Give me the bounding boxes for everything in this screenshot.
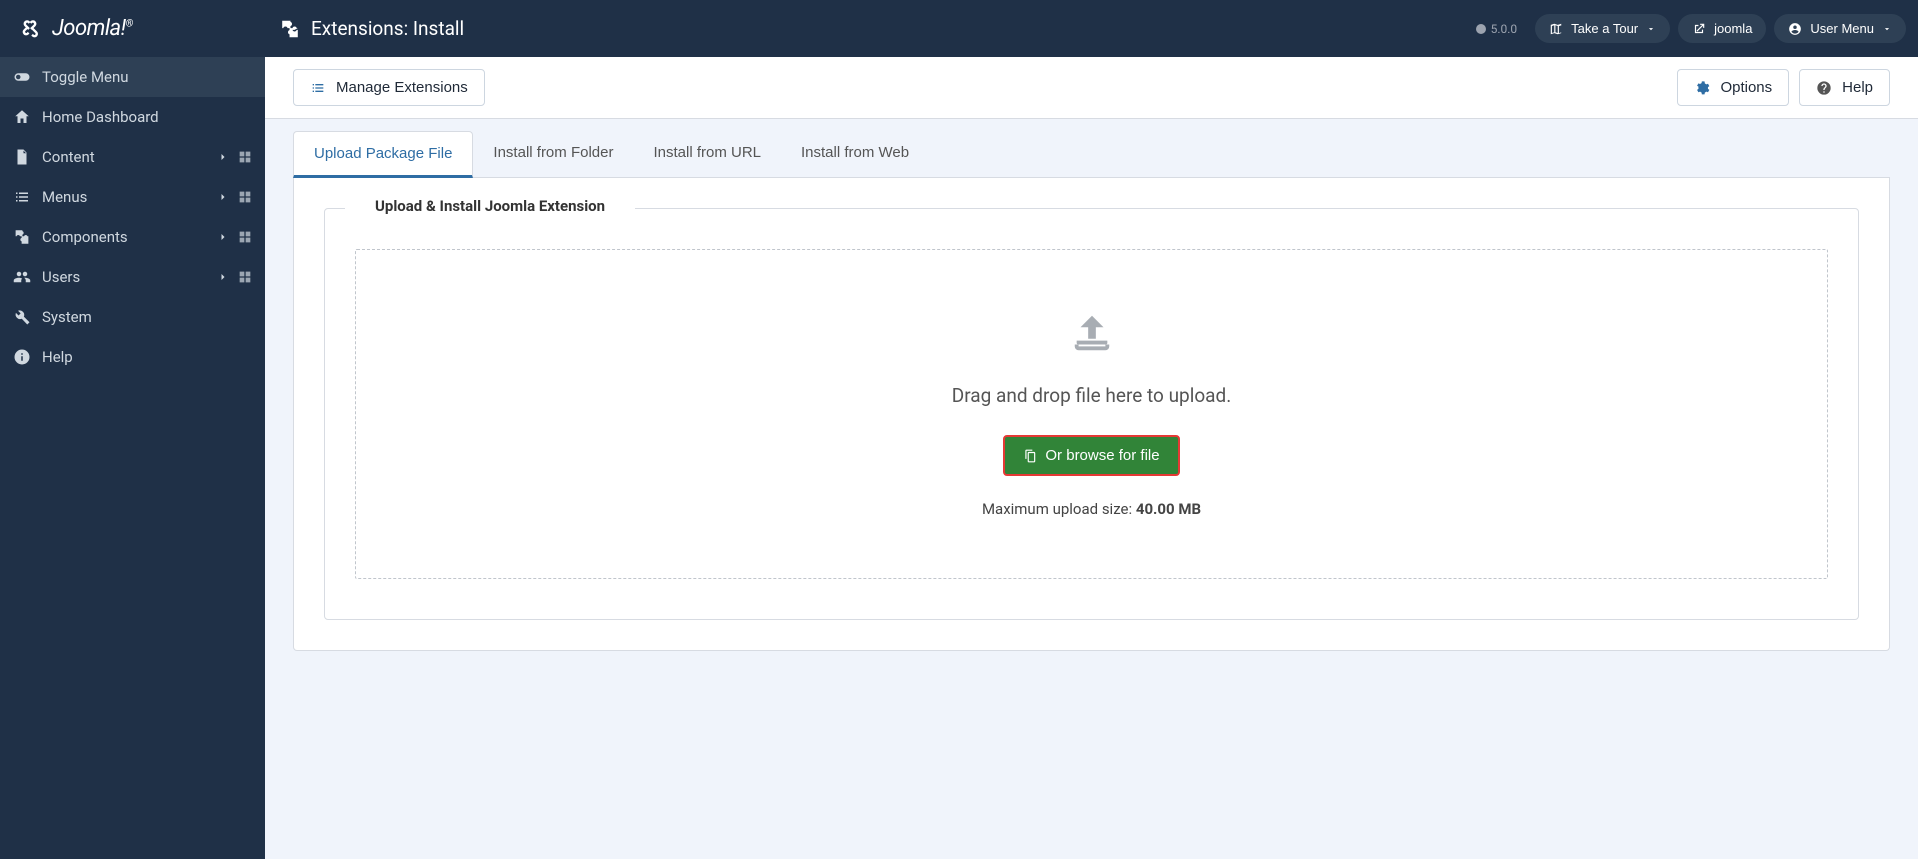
page-title-area: Extensions: Install	[265, 17, 1475, 40]
grid-icon[interactable]	[237, 269, 253, 285]
drop-text: Drag and drop file here to upload.	[376, 384, 1807, 407]
grid-icon[interactable]	[237, 229, 253, 245]
fieldset-legend: Upload & Install Joomla Extension	[345, 197, 635, 215]
sidebar-item-label: Toggle Menu	[42, 68, 253, 86]
puzzle-icon	[279, 18, 301, 40]
sidebar-item-label: Help	[42, 348, 253, 366]
chevron-right-icon	[217, 231, 229, 243]
user-menu-button[interactable]: User Menu	[1774, 14, 1906, 43]
app-header: Joomla!® Extensions: Install 5.0.0 Take …	[0, 0, 1918, 57]
users-icon	[12, 267, 32, 287]
upload-icon	[1069, 310, 1115, 356]
site-link-button[interactable]: joomla	[1678, 14, 1766, 43]
map-icon	[1549, 22, 1563, 36]
info-icon	[12, 347, 32, 367]
sidebar-item-label: Components	[42, 228, 217, 246]
wrench-icon	[12, 307, 32, 327]
upload-fieldset: Upload & Install Joomla Extension Drag a…	[324, 208, 1859, 620]
header-actions: 5.0.0 Take a Tour joomla User Menu	[1475, 14, 1918, 43]
main-content: Manage Extensions Options Help Upload Pa…	[265, 57, 1918, 859]
list-icon	[12, 187, 32, 207]
sidebar-item-label: Content	[42, 148, 217, 166]
sidebar-item-system[interactable]: System	[0, 297, 265, 337]
joomla-logo-icon	[16, 15, 44, 43]
file-icon	[12, 147, 32, 167]
logo-text: Joomla!®	[52, 16, 133, 41]
sidebar-item-label: Users	[42, 268, 217, 286]
puzzle-icon	[12, 227, 32, 247]
list-icon	[310, 80, 326, 96]
max-upload-size: Maximum upload size: 40.00 MB	[376, 500, 1807, 518]
tab-upload-package-file[interactable]: Upload Package File	[293, 131, 473, 178]
tab-install-from-web[interactable]: Install from Web	[781, 131, 929, 177]
sidebar-item-home-dashboard[interactable]: Home Dashboard	[0, 97, 265, 137]
manage-extensions-button[interactable]: Manage Extensions	[293, 69, 485, 106]
question-icon	[1816, 80, 1832, 96]
page-title: Extensions: Install	[311, 17, 464, 40]
file-dropzone[interactable]: Drag and drop file here to upload. Or br…	[355, 249, 1828, 579]
logo-area[interactable]: Joomla!®	[0, 0, 265, 57]
tab-install-from-folder[interactable]: Install from Folder	[473, 131, 633, 177]
chevron-right-icon	[217, 271, 229, 283]
sidebar-item-help[interactable]: Help	[0, 337, 265, 377]
version-badge: 5.0.0	[1475, 22, 1518, 36]
toggle-menu[interactable]: Toggle Menu	[0, 57, 265, 97]
options-button[interactable]: Options	[1677, 69, 1789, 106]
tab-install-from-url[interactable]: Install from URL	[633, 131, 781, 177]
sidebar-item-content[interactable]: Content	[0, 137, 265, 177]
grid-icon[interactable]	[237, 149, 253, 165]
sidebar-item-label: System	[42, 308, 253, 326]
tab-panel: Upload & Install Joomla Extension Drag a…	[293, 178, 1890, 651]
sidebar-item-label: Menus	[42, 188, 217, 206]
chevron-down-icon	[1646, 24, 1656, 34]
joomla-logo: Joomla!®	[16, 15, 133, 43]
sidebar: Toggle Menu Home Dashboard Content Menus…	[0, 57, 265, 859]
sidebar-item-label: Home Dashboard	[42, 108, 253, 126]
user-circle-icon	[1788, 22, 1802, 36]
help-button[interactable]: Help	[1799, 69, 1890, 106]
sidebar-item-users[interactable]: Users	[0, 257, 265, 297]
chevron-right-icon	[217, 151, 229, 163]
copy-icon	[1023, 449, 1037, 463]
chevron-down-icon	[1882, 24, 1892, 34]
sidebar-item-components[interactable]: Components	[0, 217, 265, 257]
toolbar: Manage Extensions Options Help	[265, 57, 1918, 119]
joomla-mini-icon	[1475, 23, 1487, 35]
toggle-icon	[12, 67, 32, 87]
gear-icon	[1694, 80, 1710, 96]
external-link-icon	[1692, 22, 1706, 36]
grid-icon[interactable]	[237, 189, 253, 205]
chevron-right-icon	[217, 191, 229, 203]
browse-file-button[interactable]: Or browse for file	[1003, 435, 1179, 476]
tabs: Upload Package FileInstall from FolderIn…	[293, 131, 1890, 178]
home-icon	[12, 107, 32, 127]
take-tour-button[interactable]: Take a Tour	[1535, 14, 1670, 43]
sidebar-item-menus[interactable]: Menus	[0, 177, 265, 217]
